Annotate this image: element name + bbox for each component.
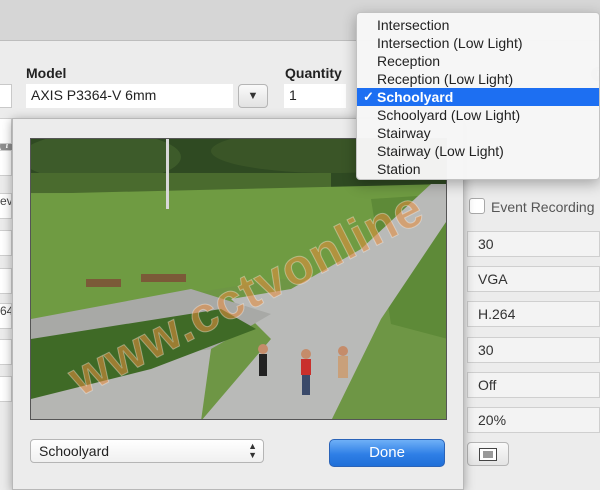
scene-select-value: Schoolyard	[39, 443, 110, 459]
left-cut-field[interactable]	[0, 230, 12, 256]
settings-field-5[interactable]: 20%	[467, 407, 600, 433]
checkmark-icon: ✓	[363, 89, 374, 104]
left-cut-field[interactable]: ev	[0, 193, 12, 219]
settings-field-1[interactable]: VGA	[467, 266, 600, 292]
quantity-field[interactable]: 1	[284, 84, 346, 108]
menu-item-label: Intersection (Low Light)	[377, 35, 523, 51]
left-cut-field[interactable]	[0, 339, 12, 365]
menu-item[interactable]: Intersection (Low Light)	[357, 34, 599, 52]
scene-preview-image: www.cctvonline	[30, 138, 447, 420]
scene-select[interactable]: Schoolyard ▲ ▼	[30, 439, 264, 463]
menu-item-label: Stairway	[377, 125, 431, 141]
left-cut-field[interactable]	[0, 268, 12, 294]
left-cut-field[interactable]	[0, 118, 12, 144]
menu-item[interactable]: Stairway (Low Light)	[357, 142, 599, 160]
snapshot-button[interactable]	[467, 442, 509, 466]
settings-field-2[interactable]: H.264	[467, 301, 600, 327]
menu-item-label: Station	[377, 161, 421, 177]
done-button[interactable]: Done	[329, 439, 445, 467]
left-cut-field[interactable]	[0, 150, 12, 176]
event-recording-label: Event Recording	[491, 199, 595, 215]
menu-item[interactable]: ✓ Schoolyard	[357, 88, 599, 106]
model-field[interactable]: AXIS P3364-V 6mm	[26, 84, 233, 108]
menu-item[interactable]: Schoolyard (Low Light)	[357, 106, 599, 124]
film-icon	[479, 447, 497, 461]
menu-item-label: Reception (Low Light)	[377, 71, 514, 87]
left-cut-field[interactable]: 64	[0, 303, 12, 329]
model-header: Model	[26, 65, 67, 81]
menu-item-label: Reception	[377, 53, 441, 69]
updown-arrows-icon: ▲ ▼	[248, 441, 257, 460]
menu-item-label: Stairway (Low Light)	[377, 143, 504, 159]
event-recording-checkbox[interactable]	[469, 198, 485, 214]
menu-item[interactable]: Reception (Low Light)	[357, 70, 599, 88]
settings-field-3[interactable]: 30	[467, 337, 600, 363]
menu-item-label: Schoolyard	[377, 89, 454, 105]
left-cut-field[interactable]	[0, 376, 12, 402]
menu-item-label: Schoolyard (Low Light)	[377, 107, 521, 123]
left-cut-field[interactable]	[0, 84, 12, 108]
model-dropdown-button[interactable]: ▼	[238, 84, 268, 108]
triangle-down-icon: ▼	[247, 90, 259, 102]
quantity-header: Quantity	[285, 65, 342, 81]
menu-item-label: Intersection	[377, 17, 450, 33]
menu-item[interactable]: Reception	[357, 52, 599, 70]
menu-item[interactable]: Stairway	[357, 124, 599, 142]
menu-item[interactable]: Intersection	[357, 16, 599, 34]
menu-item[interactable]: Station	[357, 160, 599, 178]
settings-field-4[interactable]: Off	[467, 372, 600, 398]
settings-field-0[interactable]: 30	[467, 231, 600, 257]
scene-dropdown-menu: Intersection Intersection (Low Light) Rece…	[356, 12, 600, 180]
